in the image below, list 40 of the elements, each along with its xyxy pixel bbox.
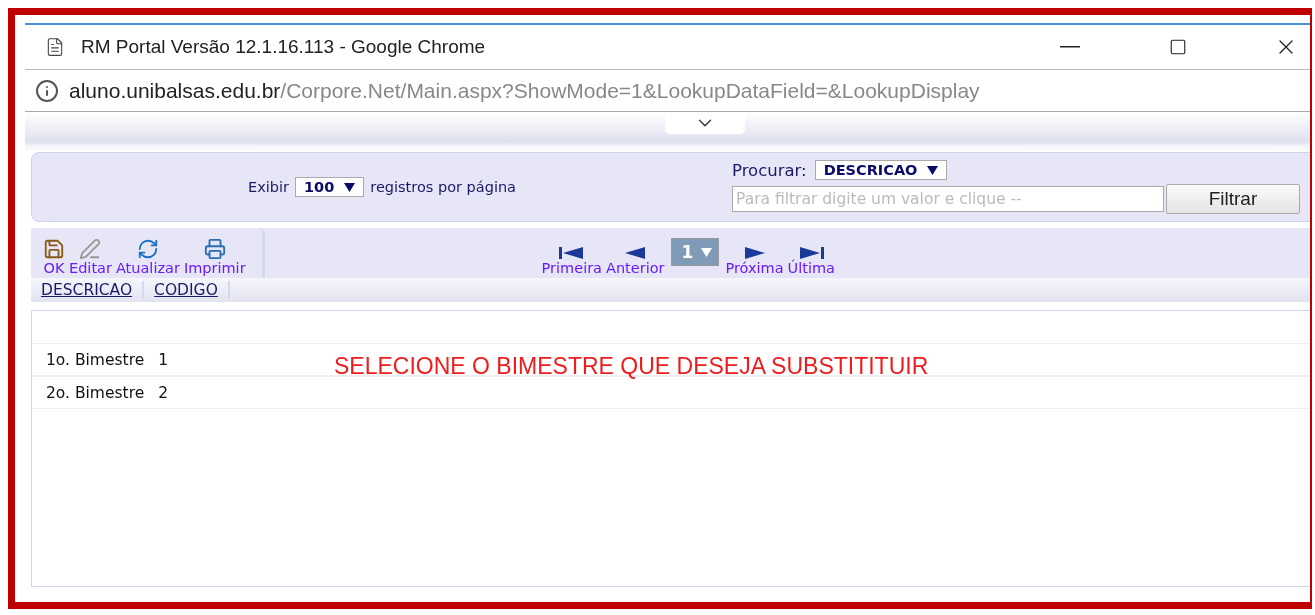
search-label: Procurar: [732,160,807,180]
info-icon [35,78,59,103]
pager-button[interactable]: Última [785,246,837,276]
page-icon [45,37,65,57]
pager-button[interactable]: Anterior [604,246,667,276]
last-page-icon [798,246,825,260]
table-cell-text: 2 [157,383,169,402]
collapse-tab[interactable] [665,112,745,134]
window-title: RM Portal Versão 12.1.16.113 - Google Chrome [81,36,487,58]
toolbar-button[interactable]: Imprimir [181,238,248,276]
caret-icon [927,165,939,175]
table-cell-text: 1 [157,350,169,369]
refresh-icon [136,238,159,260]
toolbar-button[interactable]: Atualizar [113,238,182,276]
annotation-text: SELECIONE O BIMESTRE QUE DESEJA SUBSTITITUIR [334,353,929,380]
first-page-icon [558,246,585,260]
table-cell-text: 1o. Bimestre [45,350,145,369]
maximize-icon [1169,38,1187,56]
pager-button[interactable]: Próxima [723,246,786,276]
address-url[interactable]: aluno.unibalsas.edu.br/Corpore.Net/Main.aspx?ShowMode=1&LookupDataField=&LookupDisplay [69,78,980,103]
toolbar-button[interactable]: Editar [67,238,114,276]
page-select[interactable]: 1 [670,238,720,266]
minimize-icon [1060,46,1080,48]
filter-button[interactable]: Filtrar [1166,184,1300,214]
column-header[interactable]: CODIGO [144,281,230,299]
printer-icon [203,238,226,260]
show-label: Exibir [248,179,289,195]
toolbar-button[interactable]: OK [41,238,67,276]
table-cell-text: 2o. Bimestre [45,383,145,402]
per-page-label: registros por página [370,179,516,195]
pencil-icon [79,238,102,260]
filter-input[interactable]: Para filtrar digite um valor e clique -- [732,186,1164,212]
previous-icon [625,246,646,260]
caret-icon [701,247,713,257]
pager-button[interactable]: Primeira [539,246,604,276]
next-icon [744,246,765,260]
column-header[interactable]: DESCRICAO [31,281,145,299]
page-size-select[interactable]: 100 [294,177,365,197]
caret-icon [344,182,356,192]
search-field-select[interactable]: DESCRICAO [814,160,948,180]
